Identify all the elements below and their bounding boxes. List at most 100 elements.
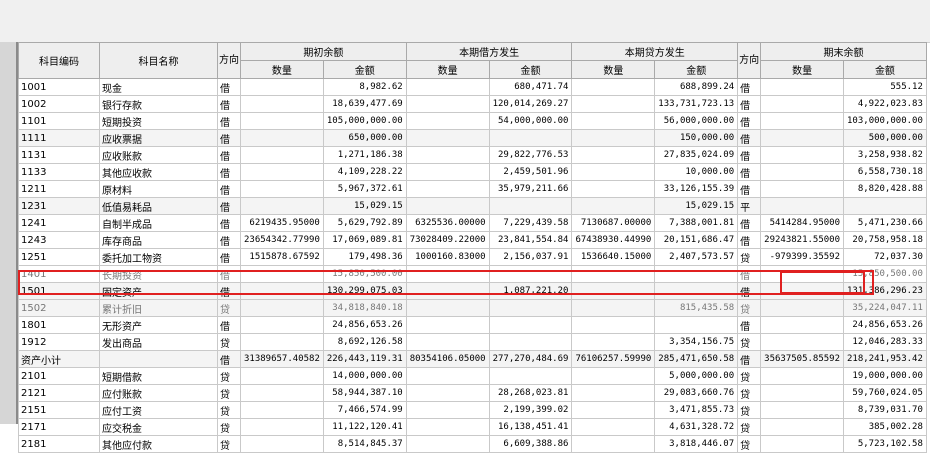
cell-code[interactable]: 1001 bbox=[18, 78, 100, 96]
cell-closing-amount[interactable]: 6,558,730.18 bbox=[843, 163, 927, 181]
cell-direction[interactable]: 借 bbox=[217, 163, 241, 181]
cell-name[interactable]: 累计折旧 bbox=[99, 299, 218, 317]
cell-opening-amount[interactable]: 8,514,845.37 bbox=[322, 435, 407, 453]
cell-opening-amount[interactable]: 179,498.36 bbox=[322, 248, 407, 266]
cell-end-direction[interactable]: 贷 bbox=[737, 401, 762, 419]
cell-opening-amount[interactable]: 1,271,186.38 bbox=[322, 146, 407, 164]
cell-direction[interactable]: 贷 bbox=[217, 367, 241, 385]
cell-end-direction[interactable]: 借 bbox=[737, 180, 762, 198]
cell-name[interactable]: 原材料 bbox=[99, 180, 218, 198]
cell-credit-qty[interactable]: 67438930.44990 bbox=[571, 231, 656, 249]
cell-closing-amount[interactable]: 20,758,958.18 bbox=[843, 231, 927, 249]
cell-end-direction[interactable]: 借 bbox=[737, 214, 762, 232]
cell-credit-amount[interactable]: 4,631,328.72 bbox=[654, 418, 739, 436]
cell-credit-qty[interactable]: 1536640.15000 bbox=[571, 248, 656, 266]
cell-closing-qty[interactable] bbox=[760, 95, 845, 113]
cell-name[interactable]: 应交税金 bbox=[99, 418, 218, 436]
header-closing-qty[interactable]: 数量 bbox=[760, 60, 845, 79]
cell-credit-amount[interactable]: 33,126,155.39 bbox=[654, 180, 739, 198]
header-code[interactable]: 科目编码 bbox=[18, 42, 100, 79]
cell-end-direction[interactable]: 借 bbox=[737, 350, 762, 368]
cell-credit-amount[interactable]: 15,029.15 bbox=[654, 197, 739, 215]
cell-opening-qty[interactable] bbox=[240, 78, 324, 96]
cell-credit-amount[interactable]: 20,151,686.47 bbox=[654, 231, 739, 249]
header-opening[interactable]: 期初余额 bbox=[240, 42, 407, 61]
cell-code[interactable]: 1502 bbox=[18, 299, 100, 317]
cell-closing-qty[interactable] bbox=[760, 197, 845, 215]
cell-credit-amount[interactable]: 10,000.00 bbox=[654, 163, 739, 181]
table-row[interactable]: 1502 累计折旧贷 34,818,840.18 815,435.58 贷 35,224,… bbox=[18, 299, 927, 317]
cell-debit-amount[interactable] bbox=[488, 367, 573, 385]
cell-credit-qty[interactable] bbox=[571, 129, 656, 147]
cell-opening-qty[interactable] bbox=[240, 401, 324, 419]
cell-code[interactable]: 1101 bbox=[18, 112, 100, 130]
cell-end-direction[interactable]: 贷 bbox=[737, 435, 762, 453]
cell-credit-qty[interactable] bbox=[571, 367, 656, 385]
cell-name[interactable]: 现金 bbox=[99, 78, 218, 96]
table-row[interactable]: 1001 现金借 8,982.62 680,471.74 688,899.24 借 555.… bbox=[18, 78, 927, 96]
cell-credit-amount[interactable]: 27,835,024.09 bbox=[654, 146, 739, 164]
cell-code[interactable]: 1002 bbox=[18, 95, 100, 113]
table-row[interactable]: 1133 其他应收款借 4,109,228.22 2,459,501.96 10,000… bbox=[18, 163, 927, 181]
cell-opening-qty[interactable]: 1515878.67592 bbox=[240, 248, 324, 266]
cell-code[interactable]: 2181 bbox=[18, 435, 100, 453]
cell-opening-qty[interactable] bbox=[240, 163, 324, 181]
table-row[interactable]: 2101 短期借款贷 14,000,000.00 5,000,000.00 贷 19,00… bbox=[18, 367, 927, 385]
cell-opening-amount[interactable]: 5,967,372.61 bbox=[322, 180, 407, 198]
cell-direction[interactable]: 借 bbox=[217, 214, 241, 232]
cell-debit-qty[interactable] bbox=[405, 299, 490, 317]
cell-opening-amount[interactable]: 4,109,228.22 bbox=[322, 163, 407, 181]
cell-name[interactable]: 应收票据 bbox=[99, 129, 218, 147]
cell-opening-amount[interactable]: 5,629,792.89 bbox=[322, 214, 407, 232]
header-credit-qty[interactable]: 数量 bbox=[571, 60, 656, 79]
cell-direction[interactable]: 借 bbox=[217, 248, 241, 266]
header-name[interactable]: 科目名称 bbox=[99, 42, 218, 79]
cell-opening-amount[interactable]: 7,466,574.99 bbox=[322, 401, 407, 419]
cell-closing-amount[interactable]: 72,037.30 bbox=[843, 248, 927, 266]
cell-debit-qty[interactable] bbox=[405, 163, 490, 181]
cell-credit-amount[interactable]: 3,471,855.73 bbox=[654, 401, 739, 419]
cell-name[interactable]: 应付账款 bbox=[99, 384, 218, 402]
cell-name[interactable]: 委托加工物资 bbox=[99, 248, 218, 266]
cell-direction[interactable]: 贷 bbox=[217, 333, 241, 351]
cell-credit-qty[interactable] bbox=[571, 316, 656, 334]
cell-closing-amount[interactable]: 35,224,047.11 bbox=[843, 299, 927, 317]
cell-closing-qty[interactable]: 29243821.55000 bbox=[760, 231, 845, 249]
cell-direction[interactable]: 借 bbox=[217, 197, 241, 215]
cell-credit-qty[interactable]: 7130687.00000 bbox=[571, 214, 656, 232]
cell-end-direction[interactable]: 贷 bbox=[737, 367, 762, 385]
cell-closing-qty[interactable] bbox=[760, 180, 845, 198]
cell-direction[interactable]: 借 bbox=[217, 180, 241, 198]
table-row[interactable]: 1241 自制半成品借 6219435.95000 5,629,792.89 63255… bbox=[18, 214, 927, 232]
cell-end-direction[interactable]: 贷 bbox=[737, 299, 762, 317]
cell-code[interactable]: 1211 bbox=[18, 180, 100, 198]
cell-debit-qty[interactable] bbox=[405, 401, 490, 419]
cell-credit-qty[interactable] bbox=[571, 180, 656, 198]
cell-debit-qty[interactable]: 6325536.00000 bbox=[405, 214, 490, 232]
cell-name[interactable]: 自制半成品 bbox=[99, 214, 218, 232]
cell-closing-qty[interactable] bbox=[760, 299, 845, 317]
cell-end-direction[interactable]: 借 bbox=[737, 95, 762, 113]
cell-end-direction[interactable]: 借 bbox=[737, 231, 762, 249]
cell-debit-qty[interactable] bbox=[405, 435, 490, 453]
cell-debit-amount[interactable]: 277,270,484.69 bbox=[488, 350, 573, 368]
cell-direction[interactable]: 借 bbox=[217, 316, 241, 334]
cell-direction[interactable]: 贷 bbox=[217, 418, 241, 436]
cell-credit-amount[interactable]: 688,899.24 bbox=[654, 78, 739, 96]
table-row[interactable]: 1251 委托加工物资借 1515878.67592 179,498.36 100016… bbox=[18, 248, 927, 266]
cell-credit-qty[interactable] bbox=[571, 418, 656, 436]
cell-closing-amount[interactable]: 59,760,024.05 bbox=[843, 384, 927, 402]
cell-credit-qty[interactable] bbox=[571, 384, 656, 402]
cell-credit-amount[interactable] bbox=[654, 316, 739, 334]
cell-credit-amount[interactable]: 3,818,446.07 bbox=[654, 435, 739, 453]
cell-opening-amount[interactable]: 11,122,120.41 bbox=[322, 418, 407, 436]
cell-closing-qty[interactable] bbox=[760, 367, 845, 385]
cell-code[interactable]: 1243 bbox=[18, 231, 100, 249]
cell-credit-qty[interactable] bbox=[571, 78, 656, 96]
cell-credit-amount[interactable]: 3,354,156.75 bbox=[654, 333, 739, 351]
cell-opening-qty[interactable] bbox=[240, 418, 324, 436]
cell-name[interactable]: 库存商品 bbox=[99, 231, 218, 249]
header-closing[interactable]: 期末余额 bbox=[760, 42, 927, 61]
cell-credit-amount[interactable]: 29,083,660.76 bbox=[654, 384, 739, 402]
cell-end-direction[interactable]: 贷 bbox=[737, 248, 762, 266]
